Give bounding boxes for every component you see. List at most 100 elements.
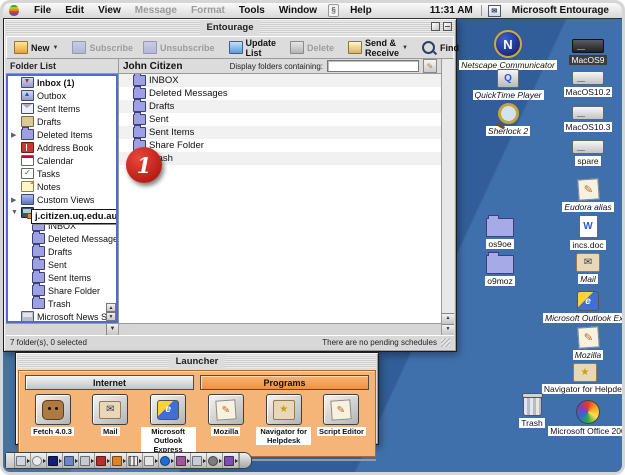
folder-pane-hscrollbar[interactable]: ▼ (6, 323, 118, 335)
folder-tree-scroll-arrows[interactable]: ▲▼ (106, 303, 116, 321)
desktop-icon-eudora-alias[interactable]: Eudora alias (551, 179, 625, 212)
find-button[interactable]: Find (417, 40, 464, 55)
control-strip-module-disk[interactable] (223, 453, 239, 468)
launcher-item-fetch[interactable]: Fetch 4.0.3 (25, 394, 80, 454)
display-pane-vscrollbar[interactable]: ▲ ▼ (441, 59, 454, 335)
send-receive-button[interactable]: Send & Receive▼ (343, 37, 413, 59)
scroll-down-icon[interactable]: ▼ (106, 312, 116, 321)
account-name-edit-field[interactable]: j.citizen.uq.edu.au (31, 209, 118, 224)
desktop-icon-o9moz-folder[interactable]: o9moz (463, 255, 537, 286)
control-strip-module-clock[interactable] (31, 453, 47, 468)
menu-help[interactable]: Help (343, 5, 379, 16)
zoom-box-icon[interactable] (431, 22, 440, 31)
list-row-deleted-messages[interactable]: Deleted Messages (119, 87, 441, 100)
control-strip-collapse-icon[interactable] (6, 453, 15, 468)
folder-item-inbox[interactable]: Inbox (1) (8, 76, 116, 89)
scroll-up-icon[interactable]: ▲ (442, 313, 454, 324)
desktop-icon-sherlock-2[interactable]: Sherlock 2 (471, 103, 545, 136)
menu-clock[interactable]: 11:31 AM (422, 5, 482, 16)
control-strip-module-color-depth[interactable] (111, 453, 127, 468)
account-folder-sent[interactable]: Sent (8, 258, 116, 271)
menu-window[interactable]: Window (272, 5, 324, 16)
desktop-icon-os9oe-folder[interactable]: os9oe (463, 218, 537, 249)
control-strip-module-printing[interactable] (143, 453, 159, 468)
control-strip-module-desktop-pattern[interactable] (127, 453, 143, 468)
account-folder-trash[interactable]: Trash (8, 297, 116, 310)
desktop-icon-navigator-for-helpdesk[interactable]: Navigator for Helpdes (548, 363, 622, 394)
desktop-icon-macos10-2[interactable]: MacOS10.2 (551, 71, 625, 97)
list-row-sent[interactable]: Sent (119, 113, 441, 126)
application-menu-icon[interactable] (488, 5, 501, 17)
entourage-title-bar[interactable]: Entourage (6, 21, 454, 34)
control-strip-module-printer[interactable] (95, 453, 111, 468)
menu-edit[interactable]: Edit (58, 5, 91, 16)
disclosure-collapsed-icon[interactable]: ▶ (11, 131, 19, 139)
desktop-icon-incs-doc[interactable]: incs.doc (551, 215, 625, 250)
desktop-icon-quicktime-player[interactable]: QuickTime Player (471, 69, 545, 100)
launcher-item-navigator-helpdesk[interactable]: Navigator for Helpdesk (256, 394, 311, 454)
scroll-up-icon[interactable]: ▲ (106, 303, 116, 312)
tab-internet[interactable]: Internet (25, 375, 194, 390)
disclosure-expanded-icon[interactable]: ▼ (11, 209, 19, 216)
control-strip-module-location[interactable] (175, 453, 191, 468)
apple-menu-icon[interactable] (9, 5, 19, 16)
filter-edit-icon[interactable] (423, 59, 437, 73)
account-folder-deleted-messages[interactable]: Deleted Messages (8, 232, 116, 245)
launcher-item-script-editor[interactable]: Script Editor (314, 394, 369, 454)
hard-drive-icon (572, 140, 604, 154)
folder-item-custom-views[interactable]: ▶Custom Views (8, 193, 116, 206)
control-strip-module-quicktime[interactable] (159, 453, 175, 468)
menu-tools[interactable]: Tools (232, 5, 272, 16)
application-menu[interactable]: Microsoft Entourage (505, 5, 616, 16)
account-folder-drafts[interactable]: Drafts (8, 245, 116, 258)
control-strip-module-security[interactable] (79, 453, 95, 468)
desktop-icon-netscape-communicator[interactable]: Netscape Communicator (471, 30, 545, 70)
control-strip[interactable] (5, 452, 252, 469)
folder-item-address-book[interactable]: Address Book (8, 141, 116, 154)
list-row-trash[interactable]: Trash (119, 152, 441, 165)
folder-item-notes[interactable]: Notes (8, 180, 116, 193)
launcher-item-mozilla[interactable]: Mozilla (198, 394, 253, 454)
account-folder-share-folder[interactable]: Share Folder (8, 284, 116, 297)
tab-programs[interactable]: Programs (200, 375, 369, 390)
list-row-drafts[interactable]: Drafts (119, 100, 441, 113)
control-strip-handle-icon[interactable] (239, 453, 251, 468)
desktop-icon-microsoft-outlook-express[interactable]: e Microsoft Outlook Expr (551, 291, 625, 323)
list-row-sent-items[interactable]: Sent Items (119, 126, 441, 139)
desktop-icon-macos10-3[interactable]: MacOS10.3 (551, 106, 625, 132)
scroll-arrow-icon[interactable]: ▼ (106, 324, 118, 335)
desktop-icon-mozilla[interactable]: Mozilla (551, 327, 625, 360)
launcher-item-outlook-express[interactable]: e Microsoft Outlook Express (141, 394, 196, 454)
folder-item-sent-items[interactable]: Sent Items (8, 102, 116, 115)
control-strip-module-energy-saver[interactable] (47, 453, 63, 468)
desktop-icon-macos9[interactable]: MacOS9 (551, 39, 625, 65)
filter-input[interactable] (327, 60, 419, 72)
folder-item-tasks[interactable]: Tasks (8, 167, 116, 180)
update-list-button[interactable]: Update List (224, 37, 282, 59)
resize-grip-icon[interactable] (441, 338, 450, 347)
list-row-inbox[interactable]: INBOX (119, 74, 441, 87)
list-row-share-folder[interactable]: Share Folder (119, 139, 441, 152)
scroll-down-icon[interactable]: ▼ (442, 324, 454, 335)
folder-item-news-server[interactable]: Microsoft News Server (8, 310, 116, 323)
control-strip-module-sound-input[interactable] (207, 453, 223, 468)
folder-item-deleted-items[interactable]: ▶Deleted Items (8, 128, 116, 141)
display-pane-hscrollbar[interactable] (119, 323, 441, 335)
desktop-icon-spare[interactable]: spare (551, 140, 625, 166)
scripts-menu-icon[interactable] (328, 4, 339, 17)
control-strip-module-display[interactable] (15, 453, 31, 468)
control-strip-module-volume[interactable] (191, 453, 207, 468)
desktop-icon-mail[interactable]: Mail (551, 253, 625, 284)
control-strip-module-file-sharing[interactable] (63, 453, 79, 468)
folder-item-calendar[interactable]: Calendar (8, 154, 116, 167)
collapse-box-icon[interactable] (443, 22, 452, 31)
disclosure-collapsed-icon[interactable]: ▶ (11, 196, 19, 204)
launcher-title-bar[interactable]: Launcher (18, 355, 376, 368)
launcher-item-mail[interactable]: Mail (83, 394, 138, 454)
account-folder-sent-items[interactable]: Sent Items (8, 271, 116, 284)
menu-view[interactable]: View (91, 5, 128, 16)
menu-file[interactable]: File (27, 5, 58, 16)
desktop-icon-trash[interactable]: Trash (495, 395, 569, 428)
new-button[interactable]: New▼ (9, 40, 63, 55)
folder-item-outbox[interactable]: Outbox (8, 89, 116, 102)
